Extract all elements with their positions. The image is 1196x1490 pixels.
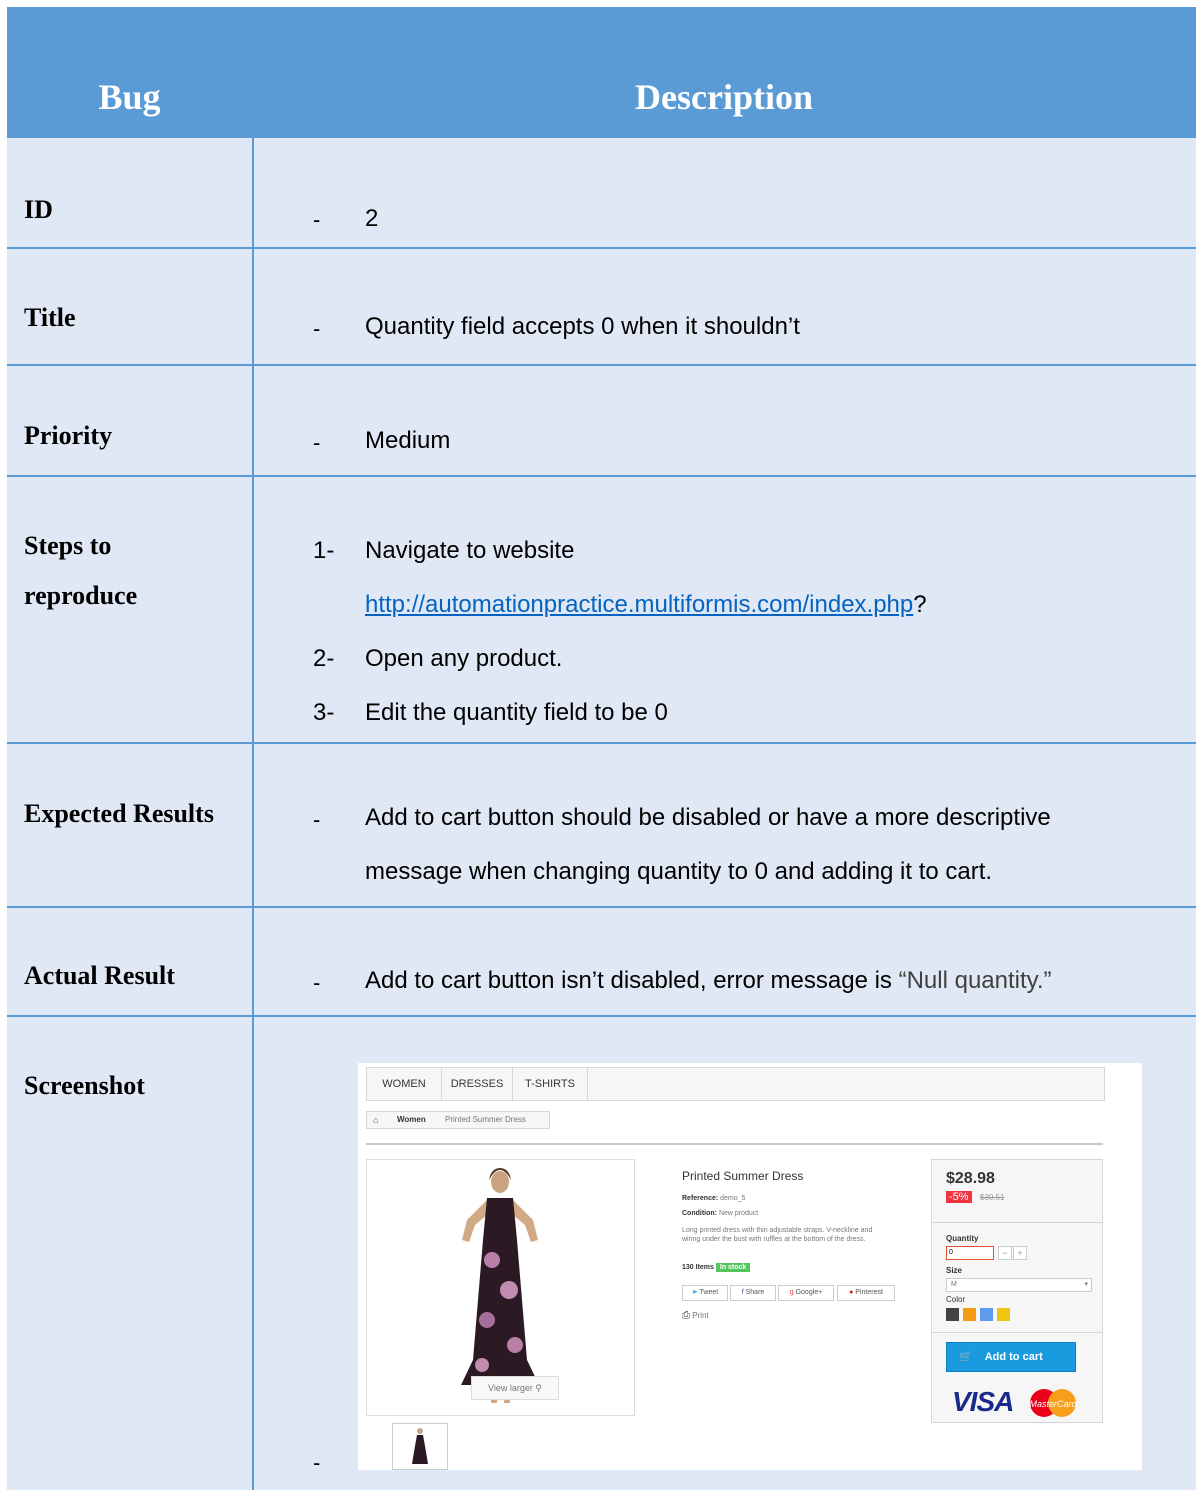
color-label: Color [946, 1295, 966, 1304]
priority-dash: - [313, 430, 321, 455]
price: $28.98 [946, 1170, 995, 1187]
breadcrumb-women[interactable]: Women [397, 1112, 426, 1128]
title-label: Title [24, 303, 76, 332]
chevron-down-icon: ▾ [1084, 1281, 1088, 1288]
expected-dash: - [313, 807, 321, 832]
breadcrumb: ⌂ Women Printed Summer Dress [366, 1111, 550, 1129]
step3-number: 3- [313, 699, 335, 726]
row-divider [7, 247, 1196, 249]
print-link[interactable]: ⎙ Print [682, 1310, 709, 1321]
id-value: 2 [365, 205, 379, 232]
priority-label: Priority [24, 421, 113, 450]
product-name: Printed Summer Dress [682, 1169, 804, 1183]
color-swatch[interactable] [997, 1308, 1010, 1321]
step1-link-line: http://automationpractice.multiformis.co… [365, 591, 927, 619]
row-divider [7, 906, 1196, 908]
dress-thumbnail-image [412, 1428, 428, 1464]
header-bug-label: Bug [98, 77, 161, 117]
nav-dresses[interactable]: DRESSES [442, 1068, 513, 1100]
share-button[interactable]: f Share [730, 1285, 776, 1301]
breadcrumb-current: Printed Summer Dress [445, 1115, 526, 1124]
mastercard-logo: MasterCard [1029, 1389, 1077, 1417]
quantity-plus-button[interactable]: + [1013, 1246, 1027, 1260]
quantity-minus-button[interactable]: − [998, 1246, 1012, 1260]
priority-value: Medium [365, 427, 451, 454]
product-screenshot: WOMEN DRESSES T-SHIRTS ⌂ Women Printed S… [358, 1063, 1142, 1470]
product-description-line2: wiring under the bust with ruffles at th… [682, 1236, 866, 1243]
title-value: Quantity field accepts 0 when it shouldn… [365, 313, 800, 340]
category-nav: WOMEN DRESSES T-SHIRTS [366, 1067, 1105, 1101]
old-price: $30.51 [980, 1193, 1005, 1202]
buybox-divider [932, 1222, 1102, 1223]
cart-icon: 🛒 [959, 1351, 973, 1363]
actual-dash: - [313, 970, 321, 995]
product-thumbnail[interactable] [392, 1423, 448, 1470]
size-select[interactable]: M ▾ [946, 1278, 1092, 1292]
item-count: 130 Items [682, 1264, 714, 1271]
title-dash: - [313, 316, 321, 341]
screenshot-dash: - [313, 1450, 321, 1475]
row-divider [7, 364, 1196, 366]
quantity-input[interactable]: 0 [946, 1246, 994, 1260]
add-to-cart-button[interactable]: 🛒 Add to cart [946, 1342, 1076, 1372]
actual-label: Actual Result [24, 961, 175, 990]
row-divider [7, 475, 1196, 477]
nav-women[interactable]: WOMEN [367, 1068, 442, 1100]
step3-text: Edit the quantity field to be 0 [365, 699, 668, 726]
step2-number: 2- [313, 645, 335, 672]
pinterest-button[interactable]: ● Pinterest [837, 1285, 895, 1301]
breadcrumb-divider [366, 1143, 1103, 1145]
expected-line2: message when changing quantity to 0 and … [365, 858, 993, 885]
steps-label-line1: Steps to [24, 531, 112, 560]
buybox-divider [932, 1332, 1102, 1333]
step1-text: Navigate to website [365, 537, 575, 564]
condition-line: Condition: New product [682, 1210, 759, 1217]
row-divider [7, 1015, 1196, 1017]
expected-label: Expected Results [24, 799, 214, 828]
reference-line: Reference: demo_5 [682, 1195, 746, 1202]
tweet-button[interactable]: ➤ Tweet [682, 1285, 728, 1301]
zoom-icon: ⚲ [535, 1383, 542, 1393]
stock-line: 130 Items In stock [682, 1263, 751, 1272]
product-description-line1: Long printed dress with thin adjustable … [682, 1227, 873, 1234]
printer-icon: ⎙ [682, 1310, 690, 1321]
website-link[interactable]: http://automationpractice.multiformis.co… [365, 591, 913, 618]
color-swatch[interactable] [946, 1308, 959, 1321]
id-dash: - [313, 207, 321, 232]
actual-text: Add to cart button isn’t disabled, error… [365, 967, 899, 994]
step2-text: Open any product. [365, 645, 563, 672]
id-label: ID [24, 195, 53, 224]
header-description-cell: Description [252, 7, 1196, 187]
discount-badge: -5% [946, 1191, 972, 1203]
home-icon[interactable]: ⌂ [373, 1112, 378, 1128]
google-plus-button[interactable]: g Google+ [778, 1285, 834, 1301]
step1-number: 1- [313, 537, 335, 564]
visa-logo: VISA [952, 1386, 1014, 1417]
row-divider [7, 742, 1196, 744]
expected-line1: Add to cart button should be disabled or… [365, 804, 1051, 831]
header-bug-cell: Bug [7, 7, 252, 187]
steps-label-line2: reproduce [24, 581, 138, 610]
table-header: Bug Description [7, 7, 1196, 138]
column-divider [252, 138, 254, 1490]
color-swatch[interactable] [963, 1308, 976, 1321]
header-description-label: Description [635, 77, 813, 117]
buy-box: $28.98 -5% $30.51 Quantity 0 − + Size M ▾… [931, 1159, 1103, 1423]
actual-quote: “Null quantity.” [898, 967, 1052, 994]
quantity-label: Quantity [946, 1234, 979, 1243]
svg-text:MasterCard: MasterCard [1029, 1399, 1077, 1409]
in-stock-badge: In stock [715, 1263, 751, 1272]
actual-value: Add to cart button isn’t disabled, error… [365, 967, 1052, 995]
color-swatch[interactable] [980, 1308, 993, 1321]
size-label: Size [946, 1266, 963, 1275]
view-larger-button[interactable]: View larger ⚲ [471, 1376, 559, 1400]
product-image-box[interactable]: View larger ⚲ [366, 1159, 635, 1416]
step1-suffix: ? [913, 591, 927, 618]
nav-tshirts[interactable]: T-SHIRTS [513, 1068, 588, 1100]
screenshot-label: Screenshot [24, 1071, 145, 1100]
